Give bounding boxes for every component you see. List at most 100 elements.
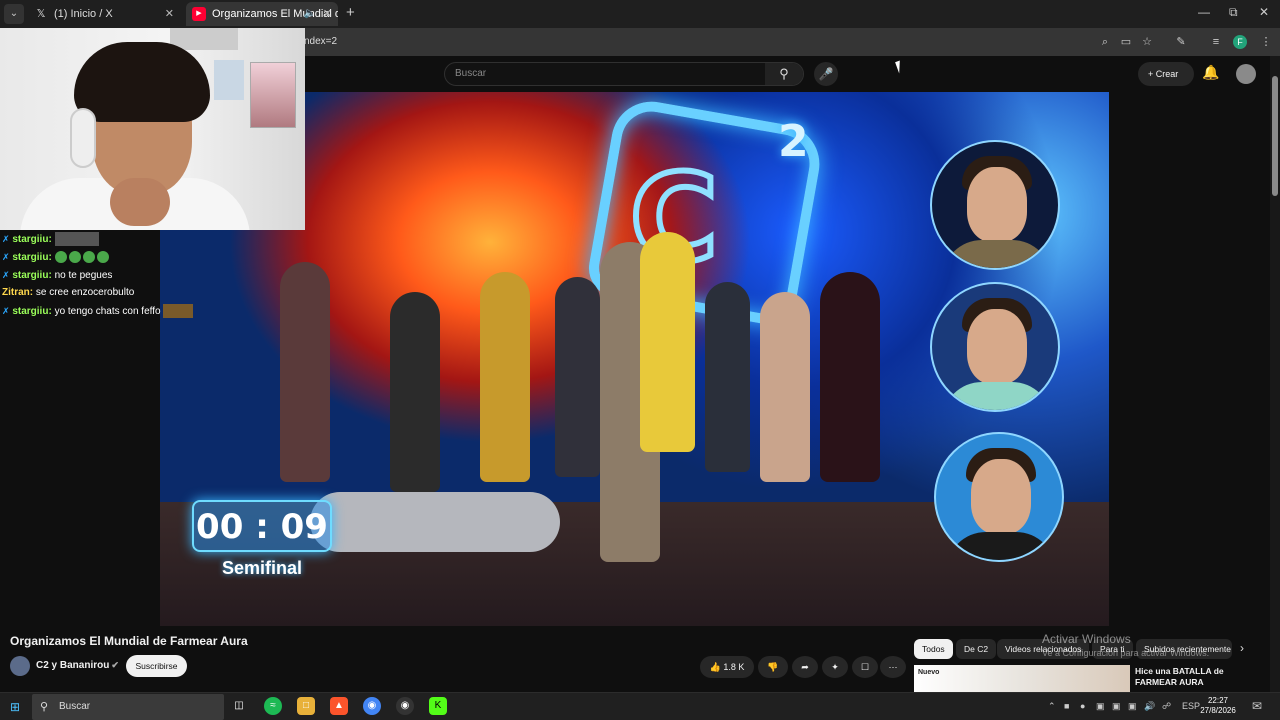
volume-icon[interactable]: 🔊	[1144, 701, 1155, 712]
taskbar-search-input[interactable]: Buscar	[59, 701, 90, 712]
speaker-icon[interactable]: 🔈	[304, 2, 316, 26]
streamer-hand	[110, 178, 170, 226]
address-bar[interactable]: ndex=2	[304, 36, 337, 47]
share-icon: ➦	[801, 662, 809, 672]
pepe-emote-icon	[96, 251, 109, 264]
microphone-tray-icon[interactable]: ●	[1080, 701, 1085, 711]
microphone-icon[interactable]: 🎤	[814, 62, 838, 86]
page-scrollbar[interactable]	[1270, 56, 1280, 692]
chevron-right-icon[interactable]: ›	[1240, 641, 1244, 655]
star-icon[interactable]: ☆	[1139, 34, 1155, 50]
stage-person	[480, 272, 530, 482]
search-input[interactable]: Buscar	[455, 68, 486, 79]
screen: ⌄ 𝕏 (1) Inicio / X ✕ ▶ Organizamos El Mu…	[0, 0, 1280, 720]
stage-person	[705, 282, 750, 472]
more-actions-button[interactable]: ⋯	[880, 656, 906, 678]
like-button[interactable]: 👍 1.8 K	[700, 656, 754, 678]
windows-activation-watermark: Activar Windows	[1042, 632, 1131, 646]
subscribe-button[interactable]: Suscribirse	[126, 655, 187, 677]
chat-username: stargiiu:	[12, 234, 52, 245]
wall-poster	[214, 60, 244, 100]
chat-username: stargiiu:	[12, 270, 52, 281]
channel-name[interactable]: C2 y Bananirou ✔	[36, 660, 119, 671]
clock-date: 27/8/2026	[1200, 706, 1236, 715]
scrollbar-thumb[interactable]	[1272, 76, 1278, 196]
kick-icon[interactable]: K	[429, 697, 447, 715]
zoom-icon[interactable]: ⌕	[1097, 34, 1113, 50]
create-label: Crear	[1155, 69, 1179, 79]
youtube-icon: ▶	[192, 7, 206, 21]
search-box[interactable]: Buscar ⚲	[444, 62, 804, 86]
reading-list-icon[interactable]: ≡	[1208, 34, 1224, 50]
more-icon: ⋯	[888, 662, 898, 672]
file-explorer-icon[interactable]: □	[297, 697, 315, 715]
windows-start-icon[interactable]: ⊞	[10, 700, 20, 714]
stage-person	[820, 272, 880, 482]
sword-badge-icon: ✗	[2, 306, 10, 316]
taskbar-clock[interactable]: 22:27 27/8/2026	[1198, 696, 1238, 716]
save-button[interactable]: ☐	[852, 656, 878, 678]
profile-avatar[interactable]: F	[1233, 35, 1247, 49]
tray-app-icon[interactable]: ■	[1064, 701, 1069, 711]
recommended-title[interactable]: Hice una BATALLA de FARMEAR AURA	[1135, 666, 1265, 688]
tab-label: (1) Inicio / X	[54, 8, 113, 20]
chrome-icon[interactable]: ◉	[363, 697, 381, 715]
tray-chevron-icon[interactable]: ⌃	[1048, 701, 1056, 712]
video-title: Organizamos El Mundial de Farmear Aura	[10, 634, 248, 648]
obs-icon[interactable]: ◉	[396, 697, 414, 715]
tray-app-icon[interactable]: ▣	[1112, 701, 1121, 712]
account-avatar[interactable]	[1236, 64, 1256, 84]
webcam-overlay	[0, 28, 305, 230]
restore-icon[interactable]: ⧉	[1229, 5, 1238, 20]
chat-message: ✗ stargiiu: no te pegues	[0, 266, 160, 284]
spotify-icon[interactable]: ≈	[264, 697, 282, 715]
stage-person-pushup	[310, 492, 560, 552]
cast-icon[interactable]: ▭	[1118, 34, 1134, 50]
tab-x-home[interactable]: 𝕏 (1) Inicio / X ✕	[28, 2, 180, 26]
judge-portrait	[930, 140, 1060, 270]
share-button[interactable]: ➦	[792, 656, 818, 678]
close-icon[interactable]: ✕	[165, 2, 174, 26]
tab-search-button[interactable]: ⌄	[4, 4, 24, 24]
stream-chat: ✗ stargiiu: ✗ stargiiu: ✗ stargiiu: no t…	[0, 230, 194, 320]
close-icon[interactable]: ✕	[323, 2, 332, 26]
chat-username: stargiiu:	[12, 252, 52, 263]
network-icon[interactable]: ☍	[1162, 701, 1171, 712]
brave-icon[interactable]: ▲	[330, 697, 348, 715]
emote-image	[54, 232, 99, 247]
menu-icon[interactable]: ⋮	[1258, 34, 1274, 50]
create-button[interactable]: + Crear	[1138, 62, 1194, 86]
tray-app-icon[interactable]: ▣	[1128, 701, 1137, 712]
new-badge: Nuevo	[918, 669, 940, 676]
chat-message: ✗ stargiiu:	[0, 248, 160, 266]
chip-from-c2[interactable]: De C2	[956, 639, 997, 659]
chip-all[interactable]: Todos	[914, 639, 953, 659]
recommended-thumbnail[interactable]: Nuevo	[914, 665, 1130, 695]
channel-avatar[interactable]	[10, 656, 30, 676]
taskbar-search[interactable]: ⚲ Buscar	[32, 694, 224, 720]
search-icon[interactable]: ⚲	[765, 63, 803, 85]
extensions-icon[interactable]: ✎	[1173, 34, 1189, 50]
tray-app-icon[interactable]: ▣	[1096, 701, 1105, 712]
dislike-button[interactable]: 👎	[758, 656, 788, 678]
new-tab-button[interactable]: +	[346, 4, 355, 21]
tab-youtube-video[interactable]: ▶ Organizamos El Mundial de 🔈 ✕	[186, 2, 338, 26]
headphones-icon	[70, 108, 96, 168]
bell-icon[interactable]: 🔔	[1202, 64, 1219, 81]
ask-ai-button[interactable]: ✦	[822, 656, 848, 678]
wall-poster	[250, 62, 296, 128]
sparkle-icon: ✦	[831, 662, 839, 672]
minimize-icon[interactable]: —	[1198, 5, 1210, 19]
chat-username: stargiiu:	[12, 306, 52, 317]
task-view-icon[interactable]: ◫	[230, 697, 248, 715]
pepe-emote-icon	[54, 251, 67, 264]
sword-badge-icon: ✗	[2, 234, 10, 244]
like-count: 1.8 K	[723, 662, 745, 672]
chat-message: ✗ stargiiu: yo tengo chats con feffo	[0, 302, 194, 320]
judge-portrait	[934, 432, 1064, 562]
close-window-icon[interactable]: ✕	[1259, 5, 1269, 19]
pepe-emote-icon	[68, 251, 81, 264]
notifications-icon[interactable]: ✉	[1252, 699, 1262, 713]
thumbs-down-icon: 👎	[767, 662, 779, 672]
chat-message: Zitran: se cree enzocerobulto	[0, 284, 160, 302]
